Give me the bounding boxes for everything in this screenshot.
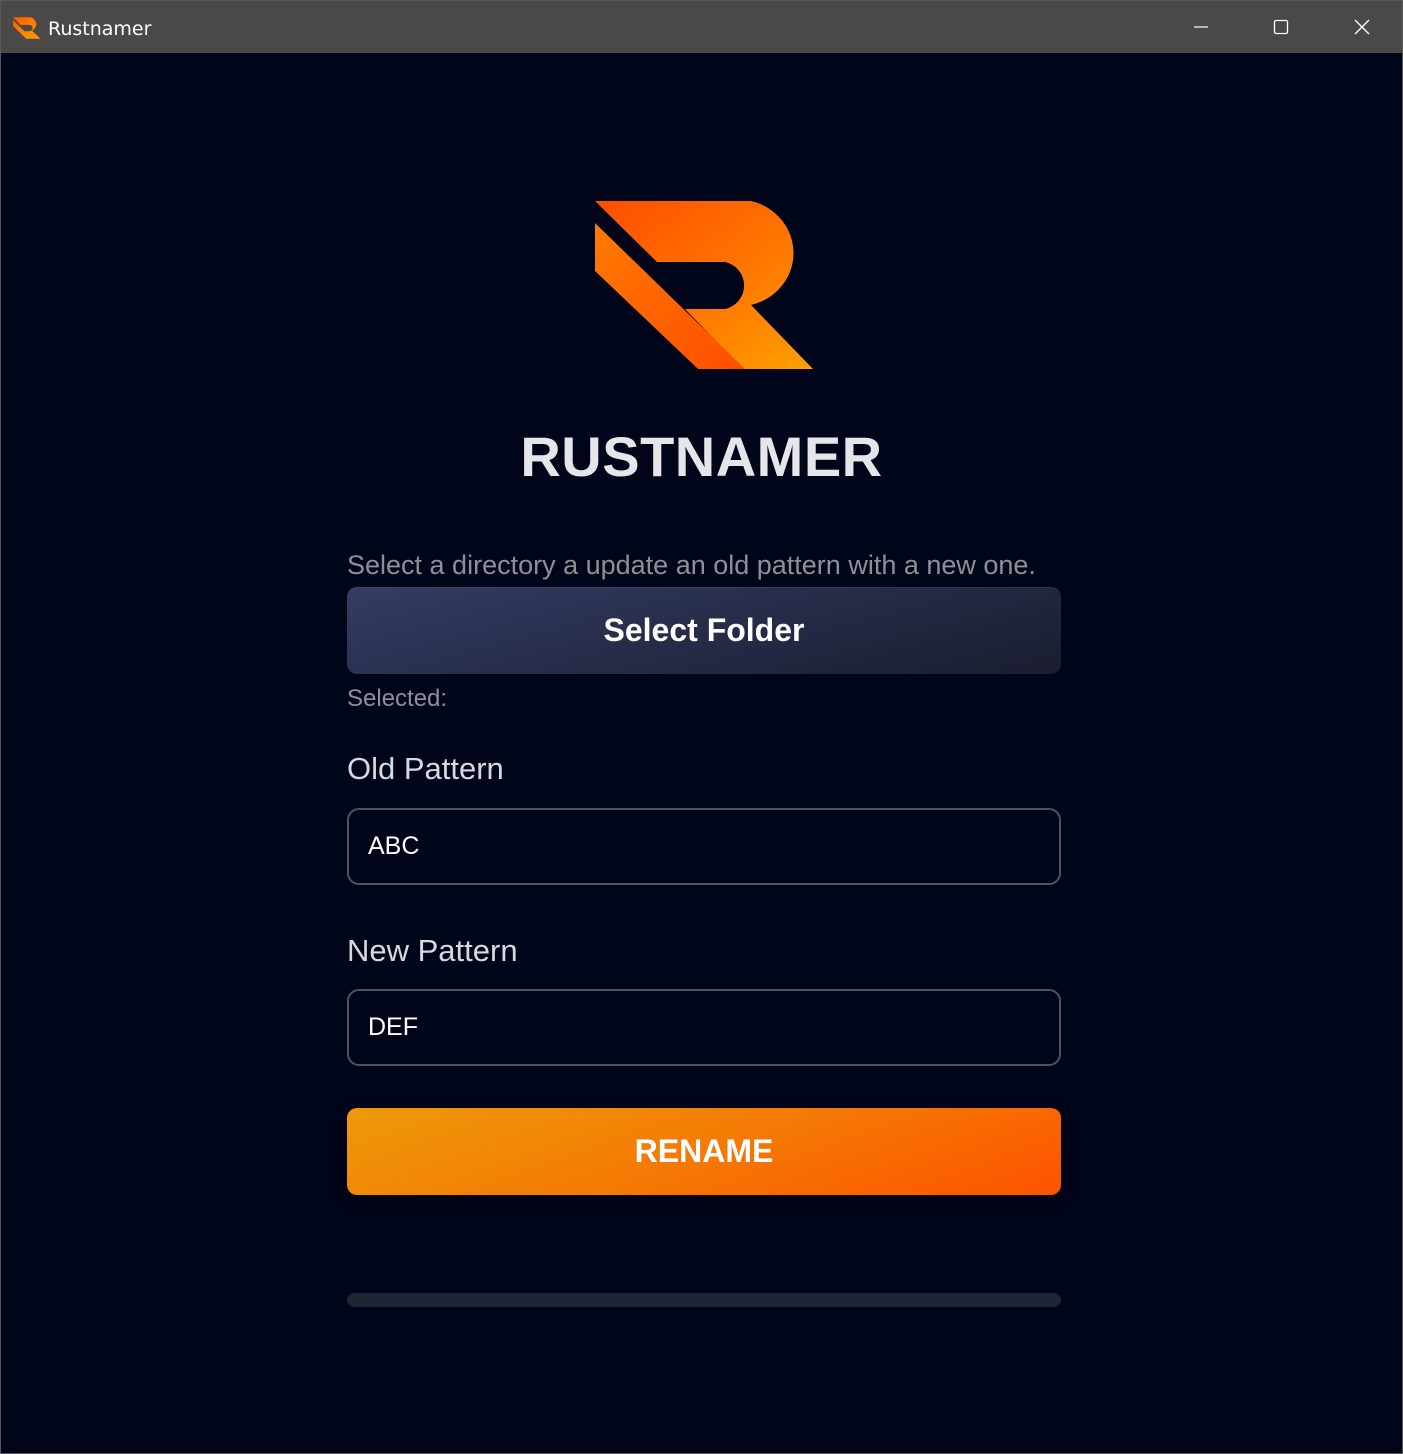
rustnamer-logo [595,201,813,369]
old-pattern-input[interactable] [347,808,1061,885]
title-bar[interactable]: Rustnamer [1,1,1402,53]
new-pattern-input[interactable] [347,989,1061,1066]
main-content: RUSTNAMER Select a directory a update an… [1,53,1402,1453]
minimize-button[interactable] [1161,1,1241,53]
minimize-icon [1194,26,1208,28]
close-icon [1354,19,1370,35]
rename-button[interactable]: RENAME [347,1108,1061,1195]
maximize-button[interactable] [1241,1,1321,53]
app-window: Rustnamer RUSTNAMER Select a directory a… [0,0,1403,1454]
window-title: Rustnamer [48,18,152,40]
progress-bar [347,1293,1061,1307]
maximize-icon [1273,19,1289,35]
app-icon [13,17,41,39]
select-folder-button[interactable]: Select Folder [347,587,1061,674]
close-button[interactable] [1322,1,1402,53]
instructions-text: Select a directory a update an old patte… [347,550,1036,580]
new-pattern-label: New Pattern [347,933,518,968]
old-pattern-label: Old Pattern [347,751,504,786]
selected-folder-label: Selected: [347,685,448,712]
app-heading: RUSTNAMER [520,425,883,488]
